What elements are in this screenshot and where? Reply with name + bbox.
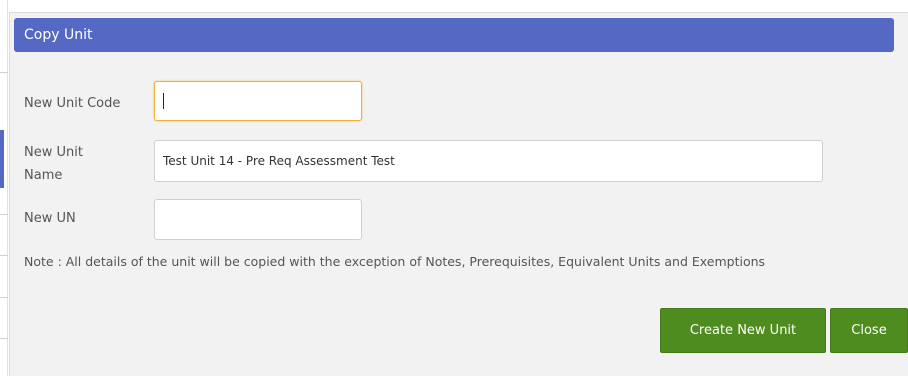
create-new-unit-button[interactable]: Create New Unit: [660, 308, 826, 353]
background-divider: [0, 338, 8, 339]
copy-note: Note : All details of the unit will be c…: [24, 254, 766, 269]
background-divider: [0, 255, 8, 256]
unit-name-input[interactable]: [154, 140, 823, 182]
dialog-title: Copy Unit: [14, 18, 894, 52]
unit-code-label: New Unit Code: [24, 96, 121, 111]
background-divider: [0, 297, 8, 298]
unit-code-input[interactable]: [154, 81, 362, 121]
unit-name-label-line1: New Unit: [24, 145, 83, 160]
un-input[interactable]: [154, 199, 362, 240]
background-divider: [0, 214, 8, 215]
text-caret: [163, 93, 164, 109]
background-page-edge: [0, 0, 8, 376]
close-button[interactable]: Close: [830, 308, 908, 353]
background-divider: [0, 72, 8, 73]
unit-name-label-line2: Name: [24, 168, 63, 183]
un-label: New UN: [24, 211, 76, 226]
background-accent-bar: [0, 130, 4, 188]
